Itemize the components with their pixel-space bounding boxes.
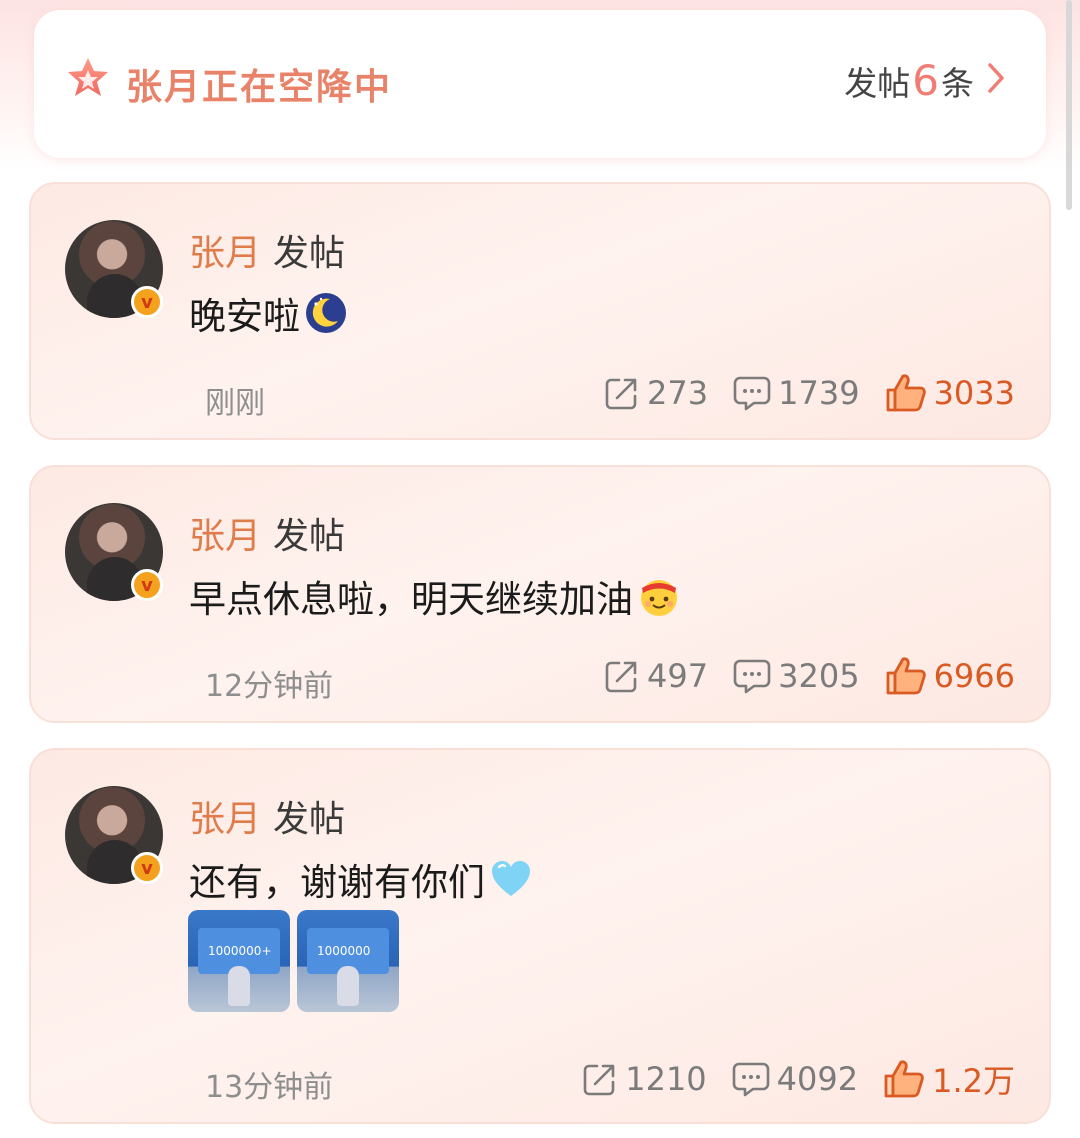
cheer-emoji-icon — [641, 580, 677, 616]
post-content: 早点休息啦，明天继续加油 — [189, 569, 681, 623]
post-stats: 1210 4092 1.2万 — [557, 1056, 1015, 1102]
verified-badge-icon: v — [131, 286, 163, 318]
author-name[interactable]: 张月 — [189, 799, 261, 840]
comment-count: 3205 — [778, 657, 860, 695]
repost-count: 497 — [647, 657, 709, 695]
repost-icon — [605, 661, 637, 693]
post-header: 张月 发帖 — [189, 507, 345, 559]
comment-button[interactable]: 1739 — [732, 374, 860, 412]
banner-title: 张月正在空降中 — [126, 67, 393, 108]
like-button[interactable]: 6966 — [884, 655, 1015, 697]
repost-count: 273 — [647, 374, 709, 412]
post-card[interactable]: v 张月 发帖 早点休息啦，明天继续加油 12分钟前 497 3205 6966 — [29, 465, 1051, 723]
post-card[interactable]: v 张月 发帖 晚安啦 刚刚 273 1739 3033 — [29, 182, 1051, 440]
comment-icon — [732, 1062, 769, 1097]
post-count-prefix: 发帖 — [844, 64, 911, 103]
post-header: 张月 发帖 — [189, 790, 345, 842]
post-time: 刚刚 — [205, 386, 265, 421]
like-count: 6966 — [933, 657, 1015, 695]
post-time: 13分钟前 — [205, 1070, 334, 1105]
repost-icon — [583, 1064, 615, 1096]
repost-count: 1210 — [625, 1060, 707, 1098]
author-name[interactable]: 张月 — [189, 233, 261, 274]
post-action: 发帖 — [273, 516, 346, 557]
post-header: 张月 发帖 — [189, 224, 345, 276]
post-card[interactable]: v 张月 发帖 还有，谢谢有你们 1000000+ 1000000 13分钟前 1… — [29, 748, 1051, 1124]
repost-button[interactable]: 497 — [603, 657, 708, 695]
moon-emoji-icon — [306, 293, 346, 333]
comment-button[interactable]: 4092 — [731, 1060, 858, 1098]
post-count-link[interactable]: 发帖 6 条 — [844, 56, 1006, 105]
comment-icon — [733, 376, 771, 411]
post-stats: 497 3205 6966 — [579, 655, 1015, 697]
post-content: 晚安啦 — [189, 286, 348, 340]
like-button[interactable]: 3033 — [884, 372, 1015, 414]
verified-badge-icon: v — [131, 569, 163, 601]
live-banner[interactable]: 张月正在空降中 发帖 6 条 — [34, 10, 1046, 158]
repost-button[interactable]: 1210 — [581, 1060, 707, 1098]
comment-icon — [733, 659, 771, 694]
like-button[interactable]: 1.2万 — [882, 1056, 1015, 1102]
verified-badge-icon: v — [131, 852, 163, 884]
like-count: 3033 — [933, 374, 1015, 412]
image-caption: 1000000 — [317, 944, 371, 958]
post-time: 12分钟前 — [205, 669, 334, 704]
repost-icon — [605, 378, 637, 410]
like-count: 1.2万 — [932, 1062, 1015, 1100]
image-caption: 1000000+ — [208, 944, 272, 958]
thumbs-up-icon — [886, 657, 926, 695]
thumbs-up-icon — [884, 1060, 924, 1098]
post-image[interactable]: 1000000 — [297, 910, 399, 1012]
author-name[interactable]: 张月 — [189, 516, 261, 557]
scrollbar[interactable] — [1066, 0, 1072, 210]
star-badge-icon — [68, 58, 108, 96]
post-content: 还有，谢谢有你们 — [189, 852, 533, 906]
thumbs-up-icon — [886, 374, 926, 412]
post-stats: 273 1739 3033 — [579, 372, 1015, 414]
post-action: 发帖 — [273, 233, 346, 274]
post-image[interactable]: 1000000+ — [188, 910, 290, 1012]
post-count-suffix: 条 — [941, 64, 974, 103]
comment-count: 1739 — [778, 374, 860, 412]
post-action: 发帖 — [273, 799, 346, 840]
blue-heart-emoji-icon — [492, 861, 530, 896]
post-text: 还有，谢谢有你们 — [189, 861, 485, 904]
post-count-number: 6 — [912, 56, 939, 105]
repost-button[interactable]: 273 — [603, 374, 708, 412]
post-text: 晚安啦 — [189, 295, 300, 338]
comment-button[interactable]: 3205 — [732, 657, 860, 695]
post-text: 早点休息啦，明天继续加油 — [189, 578, 633, 621]
chevron-right-icon — [988, 63, 1004, 93]
comment-count: 4092 — [776, 1060, 859, 1098]
